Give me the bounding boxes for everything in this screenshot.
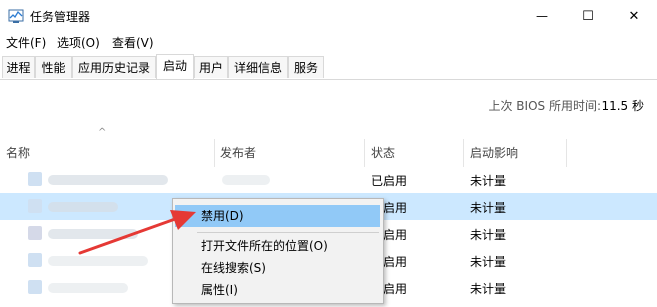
red-arrow-annotation xyxy=(78,210,196,255)
